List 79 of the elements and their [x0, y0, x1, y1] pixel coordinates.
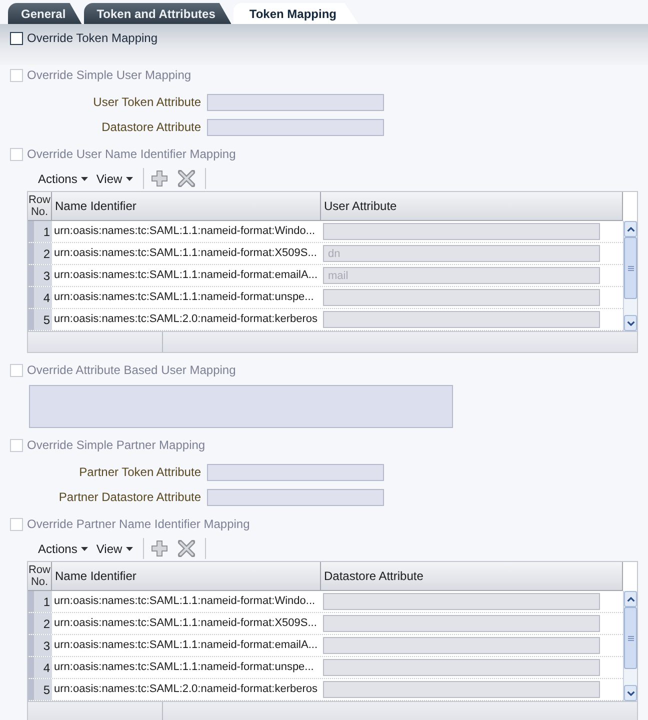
tab[interactable]: Token Mapping [233, 3, 358, 24]
chevron-up-icon [626, 226, 634, 232]
scrollbar-thumb[interactable] [624, 607, 637, 669]
table-cell-text: urn:oasis:names:tc:SAML:1.1:nameid-format:Windo... [53, 594, 316, 610]
row-number: 3 [28, 635, 52, 656]
scrollbar-thumb[interactable] [624, 237, 637, 299]
table-cell-text: urn:oasis:names:tc:SAML:1.1:nameid-format:emailA... [53, 268, 318, 284]
checkbox-label: Override Partner Name Identifier Mapping [27, 516, 250, 533]
row-number: 1 [28, 591, 52, 612]
column-header: Row No. [28, 562, 52, 591]
caret-down-icon [81, 176, 88, 180]
row-number: 2 [28, 243, 52, 264]
text-field[interactable] [207, 118, 384, 136]
row-number: 4 [28, 287, 52, 308]
checkbox-label: Override Attribute Based User Mapping [27, 362, 236, 379]
attribute-field[interactable] [323, 223, 600, 240]
text-field[interactable] [207, 488, 384, 506]
add-button[interactable] [150, 169, 170, 188]
delete-button[interactable] [177, 169, 196, 188]
attribute-field[interactable] [323, 615, 600, 632]
field-label: Partner Token Attribute [78, 464, 201, 481]
text-field[interactable] [207, 94, 384, 110]
table-cell-text: urn:oasis:names:tc:SAML:2.0:nameid-format:kerberos [53, 682, 319, 698]
checkbox-label: Override Simple Partner Mapping [27, 437, 206, 454]
scrollbar[interactable] [623, 591, 637, 701]
scrollbar[interactable] [623, 221, 637, 331]
caret-down-icon [126, 176, 134, 180]
row-number: 4 [28, 657, 52, 678]
field-label: Partner Datastore Attribute [58, 489, 201, 506]
text-area[interactable] [29, 385, 453, 428]
column-header: Name Identifier [52, 562, 321, 591]
tab[interactable]: General [8, 3, 82, 24]
scroll-down-button[interactable] [624, 315, 637, 331]
tab[interactable]: Token and Attributes [84, 3, 232, 24]
grip-icon [628, 266, 634, 270]
text-field[interactable] [207, 464, 384, 480]
plus-icon [151, 170, 168, 187]
row-number: 2 [28, 613, 52, 634]
column-header: Row No. [28, 192, 52, 221]
attribute-field[interactable] [323, 311, 600, 328]
column-header: User Attribute [321, 192, 623, 221]
row-number: 5 [28, 679, 52, 700]
cross-icon [178, 540, 196, 557]
table-cell-text: urn:oasis:names:tc:SAML:2.0:nameid-format:kerberos [53, 312, 319, 328]
table-cell-text: urn:oasis:names:tc:SAML:1.1:nameid-format:X509S... [53, 246, 318, 262]
table-cell-text: urn:oasis:names:tc:SAML:1.1:nameid-format:emailA... [53, 638, 318, 654]
table-cell-text: urn:oasis:names:tc:SAML:1.1:nameid-format:X509S... [53, 616, 318, 632]
cross-icon [178, 170, 196, 187]
column-header: Datastore Attribute [321, 562, 623, 591]
table-cell-text: urn:oasis:names:tc:SAML:1.1:nameid-format:Windo... [53, 224, 316, 240]
chevron-up-icon [626, 596, 634, 602]
scroll-up-button[interactable] [624, 221, 637, 237]
chevron-down-icon [626, 690, 634, 696]
chevron-down-icon [626, 320, 634, 326]
attribute-field[interactable] [323, 681, 600, 698]
checkbox[interactable] [10, 32, 23, 44]
row-number: 1 [28, 221, 52, 242]
field-label: User Token Attribute [92, 94, 201, 111]
scroll-down-button[interactable] [624, 685, 637, 701]
checkbox-label: Override User Name Identifier Mapping [27, 146, 236, 163]
caret-down-icon [126, 546, 134, 550]
attribute-field[interactable] [323, 659, 600, 676]
table-cell-text: urn:oasis:names:tc:SAML:1.1:nameid-format:unspe... [53, 660, 315, 676]
plus-icon [151, 540, 168, 557]
field-label: Datastore Attribute [100, 119, 201, 136]
attribute-field[interactable] [323, 593, 600, 610]
grip-icon [628, 636, 634, 640]
row-number: 3 [28, 265, 52, 286]
column-header: Name Identifier [52, 192, 321, 221]
checkbox-label: Override Simple User Mapping [27, 67, 192, 84]
attribute-field[interactable] [323, 637, 600, 654]
attribute-field[interactable] [323, 289, 600, 306]
delete-button[interactable] [177, 539, 196, 558]
add-button[interactable] [150, 539, 170, 558]
caret-down-icon [81, 546, 88, 550]
checkbox-label: Override Token Mapping [27, 30, 158, 47]
row-number: 5 [28, 309, 52, 330]
table-cell-text: urn:oasis:names:tc:SAML:1.1:nameid-format:unspe... [53, 290, 315, 306]
scroll-up-button[interactable] [624, 591, 637, 607]
